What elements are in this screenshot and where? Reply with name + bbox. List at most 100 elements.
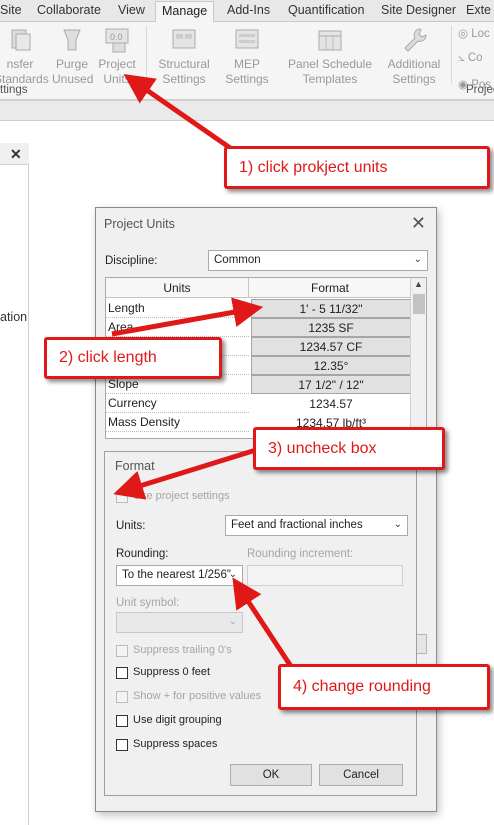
tab-add-ins[interactable]: Add-Ins	[227, 3, 270, 17]
table-row-unit[interactable]: Mass Density	[106, 413, 249, 432]
column-header-units: Units	[106, 278, 249, 298]
transfer-standards-button[interactable]: nsfer Standards	[0, 26, 49, 87]
unit-symbol-select[interactable]: ⌄	[116, 612, 243, 633]
format-dialog: Format Use project settings Units: Feet …	[104, 451, 417, 796]
project-panel-label: Projec	[466, 84, 494, 96]
rounding-select[interactable]: To the nearest 1/256" ⌄	[116, 565, 243, 586]
purge-icon	[63, 29, 81, 51]
button-label: Structural	[158, 57, 210, 71]
ok-button[interactable]: OK	[230, 764, 312, 786]
rounding-increment-label: Rounding increment:	[247, 548, 354, 560]
rounding-value: To the nearest 1/256"	[122, 569, 231, 581]
mep-settings-button[interactable]: MEP Settings	[222, 26, 272, 87]
properties-panel	[0, 165, 29, 825]
calendar-grid-icon	[318, 30, 342, 51]
table-row-unit[interactable]: Area	[106, 318, 249, 337]
tab-site[interactable]: Site	[0, 3, 22, 17]
rounding-increment-input[interactable]	[247, 565, 403, 586]
table-row-unit[interactable]: Currency	[106, 394, 249, 413]
table-scrollbar[interactable]: ▲	[410, 278, 426, 438]
scroll-up-icon[interactable]: ▲	[414, 279, 423, 289]
coordinates-icon: ⦣	[458, 52, 465, 64]
format-button[interactable]: 17 1/2" / 12"	[251, 375, 411, 394]
tab-extensions[interactable]: Exte	[466, 3, 491, 17]
callout-step-4: 4) change rounding	[278, 664, 490, 710]
format-value[interactable]: 1234.57	[251, 394, 411, 413]
location-button[interactable]: ◎ Loc	[458, 26, 490, 40]
button-label: Settings	[162, 72, 206, 86]
suppress-spaces-checkbox[interactable]	[116, 739, 128, 751]
ribbon-tab-bar: Site Collaborate View Manage Add-Ins Qua…	[0, 0, 494, 23]
use-project-settings-checkbox[interactable]	[116, 491, 128, 503]
chevron-down-icon: ⌄	[413, 254, 422, 265]
button-label: Additional	[387, 57, 441, 71]
transfer-standards-icon	[11, 29, 31, 51]
button-label: Project	[98, 57, 136, 71]
options-bar	[0, 101, 494, 121]
close-icon[interactable]: ✕	[411, 213, 426, 234]
format-button[interactable]: 1235 SF	[251, 318, 411, 337]
purge-unused-button[interactable]: Purge Unused	[52, 26, 94, 87]
format-button[interactable]: 1' - 5 11/32"	[251, 299, 411, 318]
format-button[interactable]: 12.35°	[251, 356, 411, 375]
column-header-format: Format	[249, 278, 411, 298]
units-select[interactable]: Feet and fractional inches ⌄	[225, 515, 408, 536]
suppress-zero-feet-checkbox[interactable]	[116, 667, 128, 679]
ribbon-panel: nsfer Standards Purge Unused 0.0 Project…	[0, 22, 494, 100]
ribbon-separator	[146, 26, 147, 84]
tab-site-designer[interactable]: Site Designer	[381, 3, 456, 17]
settings-panel-label: ttings	[0, 84, 28, 96]
show-plus-checkbox[interactable]	[116, 691, 128, 703]
structural-settings-icon	[172, 29, 196, 49]
tab-view[interactable]: View	[118, 3, 145, 17]
structural-settings-button[interactable]: Structural Settings	[154, 26, 214, 87]
callout-step-1: 1) click prokject units	[224, 146, 490, 189]
button-label: Panel Schedule	[287, 57, 373, 71]
units-label: Units:	[116, 520, 146, 532]
discipline-value: Common	[214, 254, 261, 266]
scrollbar-thumb[interactable]	[413, 294, 425, 314]
discipline-select[interactable]: Common ⌄	[208, 250, 428, 271]
button-label: Purge	[55, 57, 89, 71]
additional-settings-button[interactable]: Additional Settings	[384, 26, 444, 87]
format-button[interactable]: 1234.57 CF	[251, 337, 411, 356]
revit-screenshot: Site Collaborate View Manage Add-Ins Qua…	[0, 0, 494, 825]
chevron-down-icon: ⌄	[228, 569, 237, 580]
coordinates-button[interactable]: ⦣ Co	[458, 52, 483, 65]
checkbox-label: Suppress spaces	[133, 738, 218, 750]
properties-text: ation	[0, 310, 28, 324]
chevron-down-icon: ⌄	[393, 519, 402, 530]
ribbon-separator	[451, 26, 452, 84]
button-label: MEP	[233, 57, 260, 71]
tab-collaborate[interactable]: Collaborate	[37, 3, 101, 17]
wrench-icon	[404, 28, 427, 52]
use-digit-grouping-checkbox[interactable]	[116, 715, 128, 727]
project-units-icon: 0.0	[105, 28, 129, 53]
svg-text:0.0: 0.0	[110, 32, 123, 42]
chevron-down-icon: ⌄	[228, 616, 237, 627]
button-label: Templates	[302, 72, 358, 86]
callout-step-3: 3) uncheck box	[253, 427, 445, 470]
button-label: Unused	[52, 72, 94, 86]
panel-schedule-templates-button[interactable]: Panel Schedule Templates	[284, 26, 376, 87]
units-value: Feet and fractional inches	[231, 519, 363, 531]
checkbox-label: Suppress 0 feet	[133, 666, 211, 678]
mep-settings-icon	[235, 29, 259, 49]
callout-step-2: 2) click length	[44, 337, 222, 379]
dialog-title: Project Units	[104, 217, 175, 231]
button-label: Settings	[392, 72, 436, 86]
unit-symbol-label: Unit symbol:	[116, 597, 180, 609]
cancel-button[interactable]: Cancel	[319, 764, 403, 786]
checkbox-label: Suppress trailing 0's	[133, 644, 232, 656]
suppress-trailing-zeros-checkbox[interactable]	[116, 645, 128, 657]
button-label: Loc	[471, 28, 490, 40]
format-dialog-title: Format	[115, 459, 155, 473]
button-label: Settings	[225, 72, 269, 86]
globe-icon: ◎	[458, 28, 469, 40]
checkbox-label: Show + for positive values	[133, 690, 262, 702]
project-units-button[interactable]: 0.0 Project Units	[96, 26, 138, 87]
tab-manage[interactable]: Manage	[155, 1, 215, 23]
tab-quantification[interactable]: Quantification	[288, 3, 364, 17]
table-row-unit[interactable]: Length	[106, 299, 249, 318]
close-icon[interactable]: ✕	[10, 146, 22, 163]
